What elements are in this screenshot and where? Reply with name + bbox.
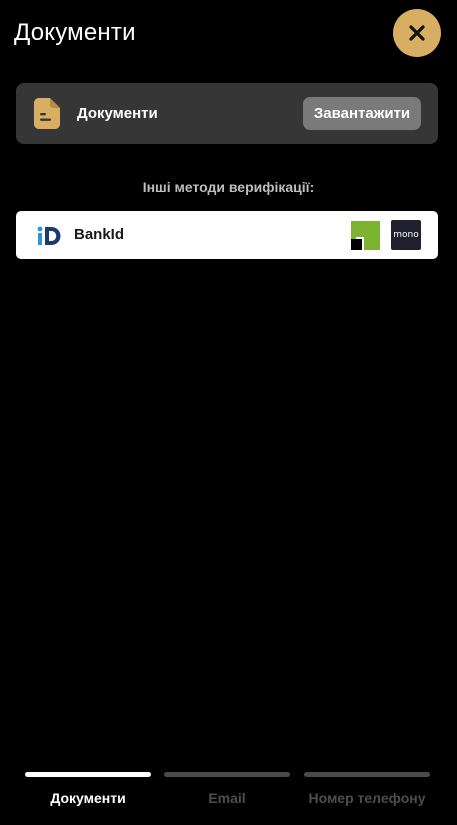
document-card: Документи Завантажити (16, 83, 438, 144)
page-title: Документи (14, 19, 136, 46)
document-label: Документи (77, 105, 158, 122)
close-icon (409, 25, 425, 41)
tab-label: Документи (50, 790, 126, 806)
bankid-logo-icon (37, 226, 61, 245)
bankid-label: BankId (74, 226, 125, 243)
tab-indicator (25, 772, 151, 777)
tab-documents[interactable]: Документи (25, 772, 151, 812)
tab-label: Email (208, 790, 246, 806)
close-button[interactable] (393, 9, 441, 57)
other-methods-heading: Інші методи верифікації: (142, 179, 315, 195)
privatbank-logo (351, 221, 380, 250)
tab-phone[interactable]: Номер телефону (304, 772, 430, 812)
bankid-option[interactable]: BankId mono (16, 211, 438, 259)
upload-button[interactable]: Завантажити (303, 97, 421, 130)
monobank-logo: mono (391, 220, 421, 250)
tab-indicator (304, 772, 430, 777)
tab-label: Номер телефону (308, 790, 426, 806)
tab-bar: Документи Email Номер телефону (0, 772, 457, 822)
document-icon (34, 98, 60, 129)
tab-email[interactable]: Email (164, 772, 290, 812)
tab-indicator (164, 772, 290, 777)
